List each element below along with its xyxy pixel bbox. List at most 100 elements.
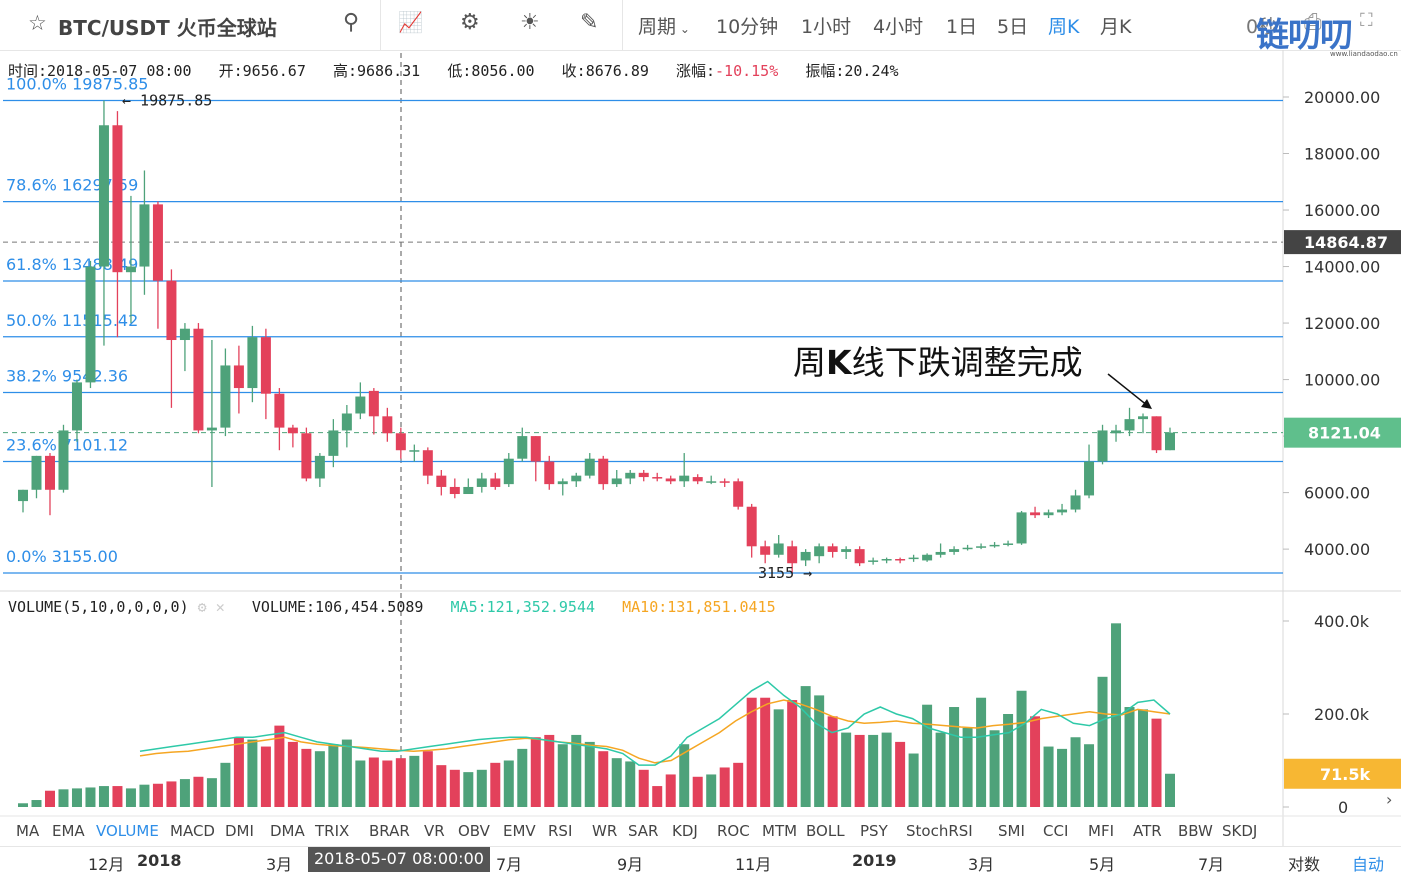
candle-body xyxy=(274,393,285,428)
chevron-right-icon[interactable]: › xyxy=(1386,790,1392,809)
volume-ma5: MA5:121,352.9544 xyxy=(450,598,596,616)
volume-bar xyxy=(260,746,271,807)
indicator-tab-bbw[interactable]: BBW xyxy=(1178,822,1213,840)
volume-settings-icon[interactable]: ⚙ xyxy=(198,598,207,616)
indicator-tab-mfi[interactable]: MFI xyxy=(1088,822,1114,840)
candle-body xyxy=(1030,512,1041,516)
volume-bar xyxy=(31,800,42,807)
candle-body xyxy=(962,547,973,550)
low-value: 8056.00 xyxy=(471,62,535,80)
volume-bar xyxy=(314,751,325,807)
volume-bar xyxy=(976,697,987,807)
volume-bar xyxy=(233,737,244,807)
time-label-dec: 12月 xyxy=(88,855,125,874)
candle-body xyxy=(436,475,447,487)
volume-bar xyxy=(71,788,82,807)
indicator-tab-macd[interactable]: MACD xyxy=(170,822,215,840)
time-label-may: 5月 xyxy=(1089,855,1116,874)
volume-y-tick-label: 200.0k xyxy=(1314,705,1370,724)
volume-bar xyxy=(355,760,366,807)
amplitude-label: 振幅: xyxy=(805,62,845,80)
candle-body xyxy=(409,450,420,452)
candle-body xyxy=(881,559,892,561)
indicator-tab-kdj[interactable]: KDJ xyxy=(672,822,698,840)
candle-body xyxy=(71,382,82,431)
indicator-tab-sar[interactable]: SAR xyxy=(628,822,658,840)
y-tick-label: 14000.00 xyxy=(1304,258,1380,277)
indicator-tab-trix[interactable]: TRIX xyxy=(315,822,349,840)
volume-bar xyxy=(935,732,946,807)
candle-body xyxy=(179,328,190,341)
y-tick-label: 20000.00 xyxy=(1304,88,1380,107)
candle-body xyxy=(530,436,541,462)
volume-bar xyxy=(1030,716,1041,807)
indicator-tab-wr[interactable]: WR xyxy=(592,822,617,840)
candle-body xyxy=(868,560,879,562)
volume-bar xyxy=(247,739,258,807)
close-value: 8676.89 xyxy=(585,62,649,80)
candle-body xyxy=(206,427,217,431)
candle-body xyxy=(341,413,352,431)
crosshair-time: 2018-05-07 08:00:00 xyxy=(308,847,490,872)
indicator-tab-volume[interactable]: VOLUME xyxy=(96,822,159,840)
indicator-tab-ma[interactable]: MA xyxy=(16,822,39,840)
indicator-tab-emv[interactable]: EMV xyxy=(503,822,536,840)
volume-bar xyxy=(503,760,514,807)
volume-y-tick-label: 0 xyxy=(1338,798,1348,817)
indicator-tabs: MA EMA VOLUME MACD DMI DMA TRIX BRAR VR OBV EMV RSI… xyxy=(0,818,1290,844)
indicator-tab-roc[interactable]: ROC xyxy=(717,822,750,840)
volume-bar xyxy=(18,803,28,807)
indicator-tab-brar[interactable]: BRAR xyxy=(369,822,410,840)
candle-body xyxy=(746,506,757,547)
indicator-tab-ema[interactable]: EMA xyxy=(52,822,85,840)
volume-bar xyxy=(517,748,528,807)
last-price-text: 8121.04 xyxy=(1308,424,1381,443)
candle-body xyxy=(1070,495,1081,510)
indicator-tab-atr[interactable]: ATR xyxy=(1133,822,1162,840)
indicator-tab-boll[interactable]: BOLL xyxy=(806,822,845,840)
volume-close-icon[interactable]: ✕ xyxy=(216,598,225,616)
volume-bar xyxy=(368,757,379,807)
volume-bar xyxy=(1084,744,1095,807)
log-scale-button[interactable]: 对数 xyxy=(1288,851,1320,875)
volume-bar xyxy=(652,786,663,807)
volume-bar xyxy=(301,748,312,807)
indicator-tab-obv[interactable]: OBV xyxy=(458,822,490,840)
close-label: 收: xyxy=(561,62,586,80)
candle-body xyxy=(760,546,771,555)
y-tick-label: 12000.00 xyxy=(1304,314,1380,333)
candle-body xyxy=(827,546,838,552)
y-tick-label: 18000.00 xyxy=(1304,145,1380,164)
indicator-tab-skdj[interactable]: SKDJ xyxy=(1222,822,1257,840)
indicator-tab-stochrsi[interactable]: StochRSI xyxy=(906,822,973,840)
volume-bar xyxy=(706,774,717,807)
indicator-tab-rsi[interactable]: RSI xyxy=(548,822,572,840)
time-label-nov: 11月 xyxy=(735,855,772,874)
auto-scale-button[interactable]: 自动 xyxy=(1352,851,1384,875)
time-label-2019: 2019 xyxy=(852,851,897,870)
volume-bar xyxy=(922,704,933,807)
y-tick-label: 16000.00 xyxy=(1304,201,1380,220)
indicator-tab-dmi[interactable]: DMI xyxy=(225,822,254,840)
candle-body xyxy=(368,390,379,417)
indicator-tab-psy[interactable]: PSY xyxy=(860,822,888,840)
candle-body xyxy=(976,546,987,548)
candle-body xyxy=(463,486,474,495)
volume-bar xyxy=(85,787,96,807)
candle-body xyxy=(517,436,528,459)
candle-body xyxy=(449,486,460,495)
candle-body xyxy=(800,551,811,561)
indicator-tab-vr[interactable]: VR xyxy=(424,822,445,840)
indicator-tab-cci[interactable]: CCI xyxy=(1043,822,1068,840)
candle-body xyxy=(18,489,28,502)
candle-body xyxy=(382,416,393,434)
indicator-tab-smi[interactable]: SMI xyxy=(998,822,1025,840)
indicator-tab-mtm[interactable]: MTM xyxy=(762,822,797,840)
volume-last-text: 71.5k xyxy=(1320,765,1370,784)
volume-bar xyxy=(692,776,703,807)
candlestick-chart[interactable]: 100.0% 19875.8578.6% 16297.5961.8% 13488… xyxy=(0,0,1401,871)
volume-bar xyxy=(1003,714,1014,807)
indicator-tab-dma[interactable]: DMA xyxy=(270,822,305,840)
candle-body xyxy=(287,427,298,434)
candle-body xyxy=(98,125,109,267)
